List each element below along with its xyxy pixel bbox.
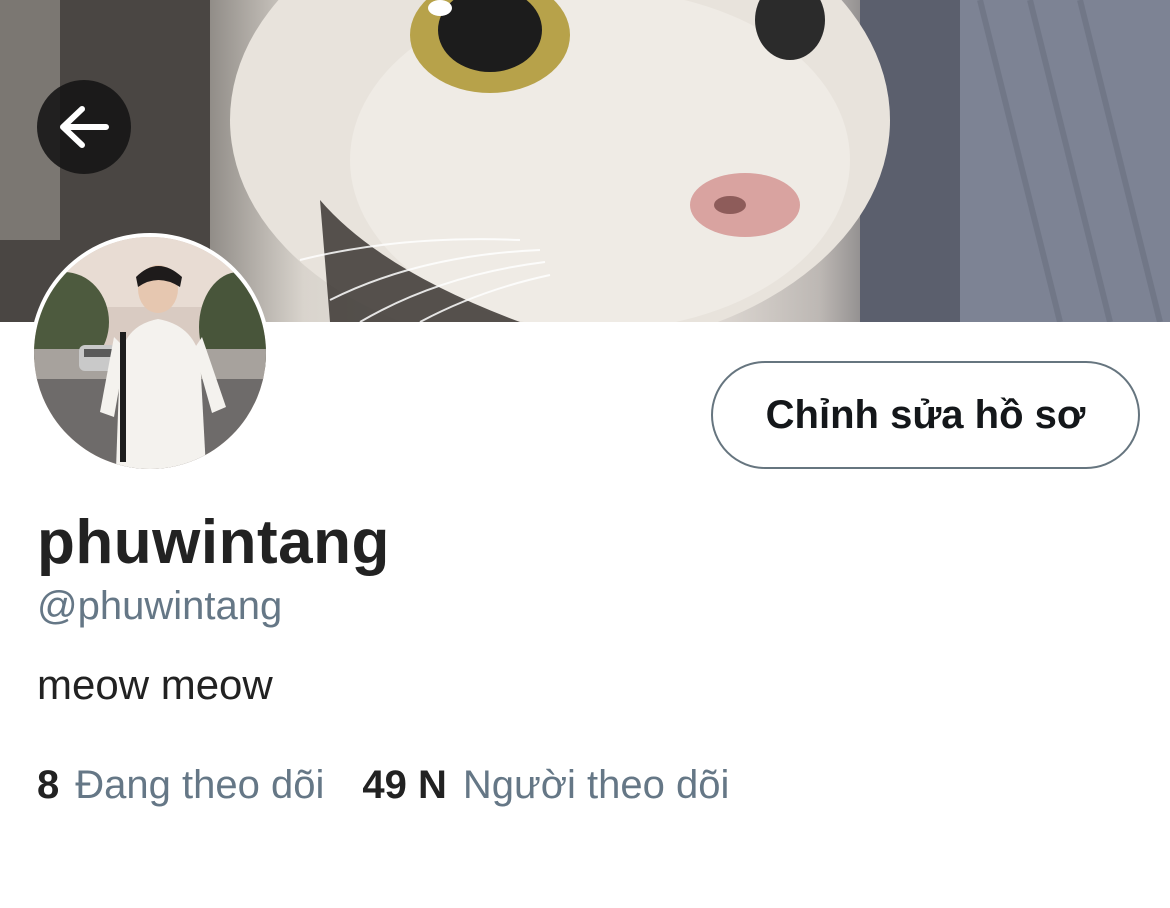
avatar-photo [34, 237, 266, 469]
edit-profile-button[interactable]: Chỉnh sửa hồ sơ [711, 361, 1140, 469]
following-link[interactable]: 8 Đang theo dõi [37, 760, 324, 810]
following-label: Đang theo dõi [75, 763, 325, 807]
back-button[interactable] [37, 80, 131, 174]
follow-stats: 8 Đang theo dõi 49 N Người theo dõi [37, 760, 729, 810]
profile-avatar[interactable] [30, 233, 270, 473]
followers-label: Người theo dõi [462, 763, 730, 807]
following-count: 8 [37, 763, 60, 807]
profile-bio: meow meow [37, 661, 273, 708]
arrow-left-icon [60, 106, 109, 148]
followers-count: 49 N [362, 763, 447, 807]
edit-profile-label: Chỉnh sửa hồ sơ [765, 392, 1086, 437]
display-name: phuwintang [37, 508, 390, 577]
username-handle: @phuwintang [37, 584, 283, 628]
followers-link[interactable]: 49 N Người theo dõi [362, 760, 729, 810]
